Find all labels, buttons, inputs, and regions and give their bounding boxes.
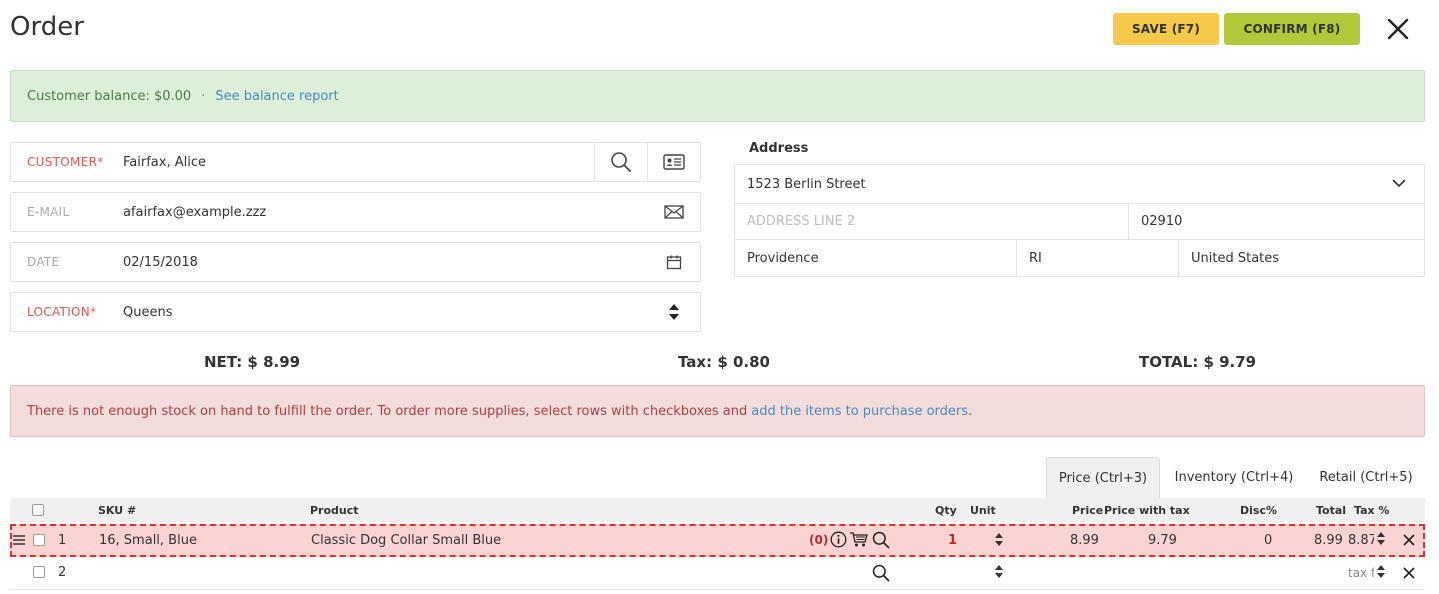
customer-value[interactable]: Fairfax, Alice <box>107 155 594 170</box>
tab-retail[interactable]: Retail (Ctrl+5) <box>1312 457 1420 498</box>
row-number: 2 <box>58 565 67 580</box>
col-unit[interactable]: Unit <box>970 504 996 517</box>
net-total: NET: $ 8.99 <box>204 353 301 371</box>
row-checkbox[interactable] <box>33 566 45 578</box>
state-field[interactable]: RI <box>1017 240 1179 276</box>
state-value[interactable]: RI <box>1029 251 1042 266</box>
qty-cell[interactable]: 1 <box>948 533 957 548</box>
chevron-down-icon[interactable] <box>1392 177 1406 192</box>
address-title: Address <box>749 141 809 156</box>
price-cell[interactable]: 8.99 <box>1070 533 1099 548</box>
select-all-checkbox[interactable] <box>32 504 44 516</box>
city-field[interactable]: Providence <box>735 240 1017 276</box>
col-total[interactable]: Total <box>1316 504 1346 517</box>
sku-cell[interactable]: 16, Small, Blue <box>99 533 197 548</box>
email-label: E-MAIL <box>27 205 70 219</box>
table-row[interactable]: 2 tax fr <box>10 558 1425 590</box>
price-with-tax-cell[interactable]: 9.79 <box>1148 533 1177 548</box>
location-value[interactable]: Queens <box>107 305 647 320</box>
table-row[interactable]: 1 16, Small, Blue Classic Dog Collar Sma… <box>10 524 1425 557</box>
envelope-icon[interactable] <box>647 193 700 231</box>
date-label: DATE <box>27 255 60 269</box>
zip-value[interactable]: 02910 <box>1141 214 1182 229</box>
location-label: LOCATION* <box>27 305 97 319</box>
col-price-with-tax[interactable]: Price with tax <box>1104 504 1190 517</box>
close-icon[interactable] <box>1385 16 1411 42</box>
col-disc[interactable]: Disc% <box>1240 504 1277 517</box>
grand-total: TOTAL: $ 9.79 <box>1139 353 1257 371</box>
sort-arrows-icon[interactable] <box>647 293 700 331</box>
country-field[interactable]: United States <box>1179 240 1424 276</box>
total-cell: 8.99 <box>1314 533 1343 548</box>
drag-handle-icon[interactable] <box>13 534 25 549</box>
city-value[interactable]: Providence <box>747 251 819 266</box>
tab-price[interactable]: Price (Ctrl+3) <box>1046 457 1160 498</box>
stock-count: (0) <box>809 533 829 547</box>
disc-cell[interactable]: 0 <box>1264 533 1272 548</box>
address-line2-field[interactable]: ADDRESS LINE 2 <box>735 204 1129 239</box>
tax-sort-icon[interactable] <box>1377 532 1385 549</box>
calendar-icon[interactable] <box>647 243 700 281</box>
purchase-orders-link[interactable]: add the items to purchase orders <box>751 404 968 419</box>
balance-banner: Customer balance: $0.00 · See balance re… <box>10 70 1425 122</box>
tax-total: Tax: $ 0.80 <box>678 353 770 371</box>
location-field[interactable]: LOCATION* Queens <box>10 292 701 332</box>
unit-sort-icon[interactable] <box>995 565 1003 582</box>
tax-cell[interactable]: 8.87! <box>1348 533 1374 548</box>
save-button[interactable]: SAVE (F7) <box>1113 13 1219 45</box>
balance-report-link[interactable]: See balance report <box>215 89 338 104</box>
email-field[interactable]: E-MAIL afairfax@example.zzz <box>10 192 701 232</box>
col-sku[interactable]: SKU # <box>98 504 136 517</box>
col-tax[interactable]: Tax % <box>1354 504 1389 517</box>
balance-text: Customer balance: $0.00 <box>27 88 192 104</box>
tax-input[interactable]: tax fr <box>1348 566 1374 580</box>
page-title: Order <box>10 12 84 42</box>
confirm-button[interactable]: CONFIRM (F8) <box>1224 13 1360 45</box>
col-product[interactable]: Product <box>310 504 359 517</box>
contact-card-icon[interactable] <box>647 143 700 181</box>
product-cell[interactable]: Classic Dog Collar Small Blue <box>311 533 501 548</box>
delete-row-icon[interactable] <box>1403 567 1415 583</box>
balance-separator: · <box>201 88 206 104</box>
row-number: 1 <box>58 533 67 548</box>
tab-inventory[interactable]: Inventory (Ctrl+4) <box>1166 457 1302 498</box>
tax-sort-icon[interactable] <box>1377 565 1385 582</box>
country-value[interactable]: United States <box>1191 251 1279 266</box>
date-value[interactable]: 02/15/2018 <box>107 255 647 270</box>
cart-icon[interactable] <box>849 531 868 552</box>
search-icon[interactable] <box>594 143 647 181</box>
stock-warning: There is not enough stock on hand to ful… <box>10 385 1425 437</box>
delete-row-icon[interactable] <box>1403 534 1415 550</box>
table-header: SKU # Product Qty Unit Price Price with … <box>10 498 1425 522</box>
date-field[interactable]: DATE 02/15/2018 <box>10 242 701 282</box>
col-qty[interactable]: Qty <box>935 504 957 517</box>
warning-text: There is not enough stock on hand to ful… <box>27 403 748 419</box>
address-block: 1523 Berlin Street ADDRESS LINE 2 02910 … <box>734 164 1425 277</box>
address-line1-field[interactable]: 1523 Berlin Street <box>735 165 1424 203</box>
col-price[interactable]: Price <box>1072 504 1103 517</box>
row-checkbox[interactable] <box>33 534 45 546</box>
customer-field[interactable]: CUSTOMER* Fairfax, Alice <box>10 142 701 182</box>
search-icon[interactable] <box>872 531 890 553</box>
warning-end: . <box>968 403 973 419</box>
unit-sort-icon[interactable] <box>995 533 1003 550</box>
email-value[interactable]: afairfax@example.zzz <box>107 205 647 220</box>
customer-label: CUSTOMER* <box>27 155 104 169</box>
info-icon[interactable] <box>830 531 847 552</box>
search-icon[interactable] <box>872 564 890 586</box>
address-line2-placeholder[interactable]: ADDRESS LINE 2 <box>747 214 855 229</box>
address-line1[interactable]: 1523 Berlin Street <box>747 177 866 192</box>
zip-field[interactable]: 02910 <box>1129 204 1424 239</box>
